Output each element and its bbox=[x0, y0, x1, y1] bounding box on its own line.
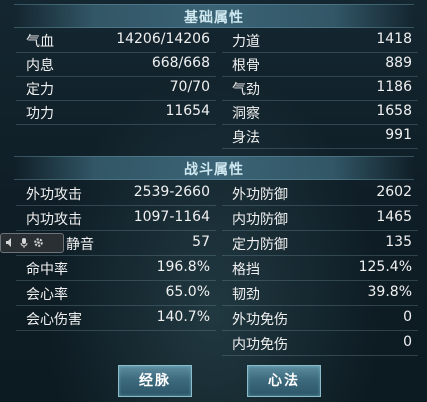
stat-value: 57 bbox=[192, 234, 210, 250]
stat-value: 0 bbox=[403, 334, 412, 350]
stat-label: 洞察 bbox=[232, 106, 260, 122]
stat-label: 内功攻击 bbox=[26, 212, 82, 228]
stat-value: 2539-2660 bbox=[133, 184, 210, 200]
stat-value: 2602 bbox=[376, 184, 412, 200]
stat-row-agility: 身法 991 bbox=[222, 124, 418, 149]
stat-row-focus: 定力 70/70 bbox=[16, 76, 216, 101]
stat-label: 格挡 bbox=[232, 262, 260, 278]
stat-row-outer-reduction: 外功免伤 0 bbox=[222, 306, 418, 331]
stat-value: 196.8% bbox=[156, 259, 210, 275]
stat-value: 991 bbox=[385, 127, 412, 143]
stat-label: 气劲 bbox=[232, 82, 260, 98]
stat-value: 135 bbox=[385, 234, 412, 250]
stat-label: 静音 bbox=[66, 237, 94, 253]
stat-label: 外功防御 bbox=[232, 187, 288, 203]
stat-row-inner-attack: 内功攻击 1097-1164 bbox=[16, 206, 216, 231]
mind-method-button[interactable]: 心法 bbox=[247, 365, 321, 397]
gear-icon[interactable] bbox=[33, 237, 43, 248]
stat-label: 定力 bbox=[26, 82, 54, 98]
stat-value: 1465 bbox=[376, 209, 412, 225]
stat-label: 会心率 bbox=[26, 287, 68, 303]
meridian-button[interactable]: 经脉 bbox=[118, 365, 192, 397]
stat-value: 14206/14206 bbox=[116, 31, 210, 47]
stat-label: 内息 bbox=[26, 58, 54, 74]
stat-row-block: 格挡 125.4% bbox=[222, 256, 418, 281]
stat-row-focus-defense: 定力防御 135 bbox=[222, 231, 418, 256]
stat-row-outer-attack: 外功攻击 2539-2660 bbox=[16, 181, 216, 206]
stat-row-mp: 内息 668/668 bbox=[16, 52, 216, 77]
stat-row-qi: 气劲 1186 bbox=[222, 76, 418, 101]
speaker-icon[interactable] bbox=[5, 237, 15, 248]
basic-attributes-title: 基础属性 bbox=[184, 10, 244, 26]
stat-label: 会心伤害 bbox=[26, 312, 82, 328]
stat-row-hit-rate: 命中率 196.8% bbox=[16, 256, 216, 281]
stat-value: 0 bbox=[403, 309, 412, 325]
stat-label: 身法 bbox=[232, 130, 260, 146]
stat-label: 外功攻击 bbox=[26, 187, 82, 203]
stat-label: 外功免伤 bbox=[232, 312, 288, 328]
stat-value: 125.4% bbox=[358, 259, 412, 275]
stat-value: 65.0% bbox=[165, 284, 210, 300]
stat-label: 命中率 bbox=[26, 262, 68, 278]
stat-row-outer-defense: 外功防御 2602 bbox=[222, 181, 418, 206]
stat-value: 11654 bbox=[165, 103, 210, 119]
character-attributes-panel: 基础属性 气血 14206/14206 内息 668/668 定力 70/70 … bbox=[0, 0, 427, 402]
stat-label: 力道 bbox=[232, 34, 260, 50]
stat-value: 1097-1164 bbox=[133, 209, 210, 225]
stat-row-strength: 力道 1418 bbox=[222, 28, 418, 53]
mic-icon[interactable] bbox=[19, 237, 29, 248]
stat-value: 889 bbox=[385, 55, 412, 71]
stat-value: 1658 bbox=[376, 103, 412, 119]
stat-row-insight: 洞察 1658 bbox=[222, 100, 418, 125]
stat-row-constitution: 根骨 889 bbox=[222, 52, 418, 77]
stat-value: 1418 bbox=[376, 31, 412, 47]
stat-label: 韧劲 bbox=[232, 287, 260, 303]
stat-value: 70/70 bbox=[169, 79, 210, 95]
stat-row-toughness: 韧劲 39.8% bbox=[222, 281, 418, 306]
stat-value: 140.7% bbox=[156, 309, 210, 325]
basic-attributes-header: 基础属性 bbox=[14, 4, 414, 28]
stat-row-power: 功力 11654 bbox=[16, 100, 216, 125]
stat-label: 内功防御 bbox=[232, 212, 288, 228]
stat-label: 气血 bbox=[26, 34, 54, 50]
stat-label: 功力 bbox=[26, 106, 54, 122]
voice-toolbar[interactable] bbox=[0, 233, 64, 253]
stat-label: 定力防御 bbox=[232, 237, 288, 253]
stat-label: 根骨 bbox=[232, 58, 260, 74]
stat-row-inner-reduction: 内功免伤 0 bbox=[222, 331, 418, 356]
stat-row-hp: 气血 14206/14206 bbox=[16, 28, 216, 53]
stat-value: 39.8% bbox=[367, 284, 412, 300]
stat-row-inner-defense: 内功防御 1465 bbox=[222, 206, 418, 231]
battle-attributes-header: 战斗属性 bbox=[14, 156, 414, 180]
stat-row-crit-damage: 会心伤害 140.7% bbox=[16, 306, 216, 331]
stat-value: 668/668 bbox=[151, 55, 210, 71]
battle-attributes-title: 战斗属性 bbox=[184, 162, 244, 178]
stat-value: 1186 bbox=[376, 79, 412, 95]
stat-label: 内功免伤 bbox=[232, 337, 288, 353]
stat-row-crit-rate: 会心率 65.0% bbox=[16, 281, 216, 306]
